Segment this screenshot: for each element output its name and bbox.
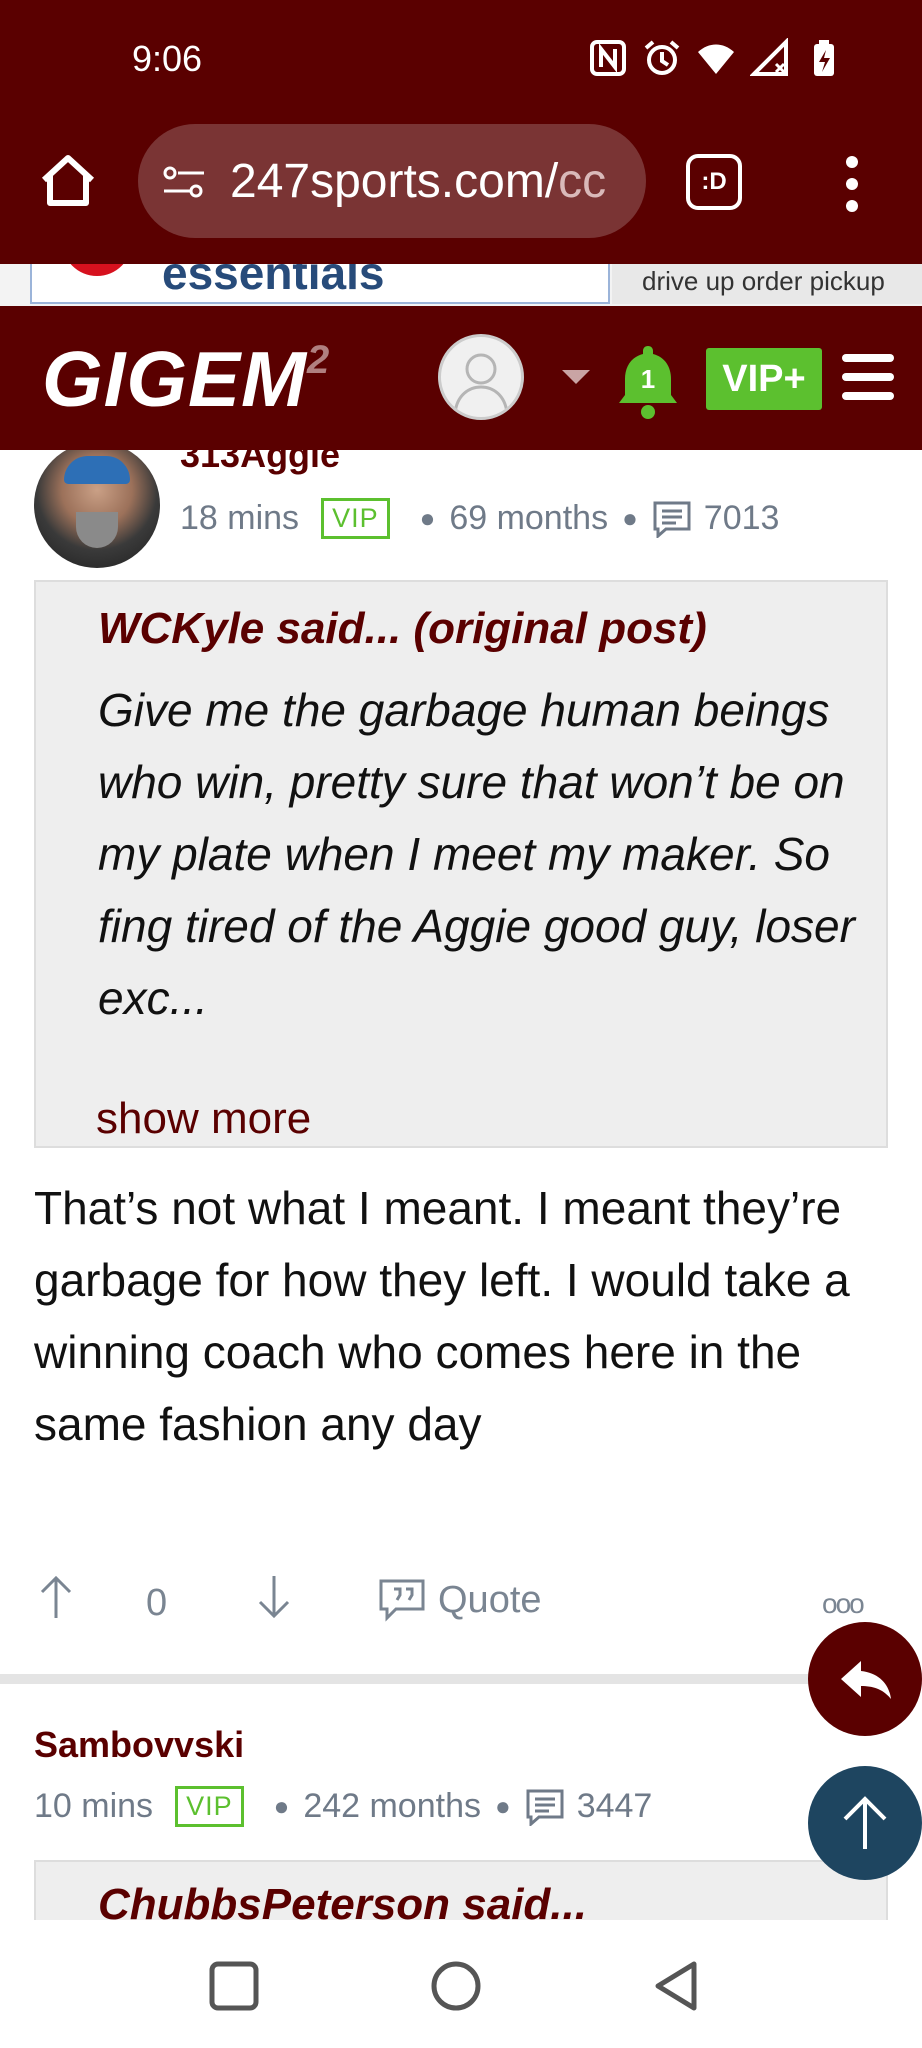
reply-icon [841, 1661, 891, 1699]
post-author-name[interactable]: 313Aggie [180, 450, 340, 476]
arrow-up-icon [40, 1575, 72, 1618]
logo-text: GIGEM [42, 335, 308, 423]
post-meta: 10 mins VIP ● 242 months ● 3447 [34, 1786, 653, 1827]
post-meta: 18 mins VIP ● 69 months ● 7013 [180, 498, 780, 539]
user-avatar[interactable] [438, 334, 524, 420]
quoted-post: WCKyle said... (original post) Give me t… [34, 580, 888, 1148]
wifi-icon [698, 44, 734, 74]
browser-chrome: 9:06 247sports.com/cc :D [0, 0, 922, 264]
thread-content: 313Aggie 18 mins VIP ● 69 months ● 7013 … [0, 450, 922, 1920]
member-tenure: 69 months [449, 499, 609, 537]
scroll-to-top-button[interactable] [808, 1766, 922, 1880]
tab-switcher-button[interactable]: :D [686, 154, 742, 210]
vip-plus-button[interactable]: VIP+ [706, 348, 822, 410]
nfc-icon [590, 40, 626, 76]
quoted-post: ChubbsPeterson said... [34, 1860, 888, 1920]
post-time: 18 mins [180, 499, 300, 537]
site-logo[interactable]: GIGEM2 [42, 334, 330, 425]
post-separator [0, 1674, 922, 1684]
post-count: 3447 [576, 1787, 653, 1825]
post-author-avatar[interactable] [34, 450, 160, 568]
browser-menu-button[interactable] [842, 156, 862, 212]
url-rest: cc [558, 155, 607, 208]
recents-icon[interactable] [206, 1958, 262, 2014]
url-main: 247sports.com/ [230, 155, 559, 208]
show-more-link[interactable]: show more [96, 1094, 311, 1144]
ad-left-text: essentials [162, 264, 385, 299]
ad-logo [62, 264, 132, 276]
original-post-link[interactable]: (original post) [413, 604, 706, 653]
upvote-button[interactable] [36, 1574, 76, 1620]
post-count: 7013 [703, 499, 780, 537]
quote-icon [379, 1579, 425, 1622]
notifications-button[interactable]: 1 [614, 342, 682, 420]
logo-superscript: 2 [307, 338, 331, 382]
vip-badge: VIP [175, 1786, 244, 1827]
user-icon [453, 353, 509, 414]
quote-label: Quote [438, 1578, 542, 1621]
quote-author-said: WCKyle said... [98, 604, 402, 653]
post-actions: 0 Quote ooo [0, 1570, 922, 1650]
battery-charging-icon [814, 40, 834, 76]
url-text[interactable]: 247sports.com/cc [230, 154, 630, 209]
vote-count: 0 [146, 1582, 168, 1624]
reply-button[interactable] [808, 1622, 922, 1736]
quote-header[interactable]: WCKyle said... (original post) [98, 604, 707, 654]
ad-left[interactable]: essentials [30, 264, 610, 304]
more-options-button[interactable]: ooo [822, 1588, 865, 1620]
alarm-icon [644, 40, 680, 75]
notification-count: 1 [640, 364, 656, 394]
site-header: GIGEM2 1 VIP+ [0, 306, 922, 450]
ad-banner[interactable]: essentials drive up order pickup [0, 264, 922, 306]
member-tenure: 242 months [303, 1787, 481, 1825]
post-time: 10 mins [34, 1787, 154, 1825]
quote-button[interactable]: Quote [378, 1578, 542, 1622]
site-settings-icon[interactable] [162, 164, 206, 200]
arrow-up-icon [843, 1796, 887, 1849]
url-bar[interactable]: 247sports.com/cc [138, 124, 646, 238]
status-icons [588, 38, 844, 78]
system-nav-bar [0, 1920, 922, 2048]
downvote-button[interactable] [254, 1574, 294, 1620]
arrow-down-icon [258, 1576, 290, 1619]
comment-icon [653, 501, 691, 538]
hamburger-menu-icon[interactable] [842, 354, 894, 400]
home-circle-icon[interactable] [428, 1958, 484, 2014]
comment-icon [526, 1789, 564, 1826]
post-body: That’s not what I meant. I meant they’re… [34, 1182, 850, 1450]
chevron-down-icon[interactable] [562, 370, 590, 384]
ad-right[interactable]: drive up order pickup [612, 264, 922, 304]
back-icon[interactable] [648, 1958, 704, 2014]
status-time: 9:06 [132, 38, 203, 79]
signal-icon [750, 38, 788, 76]
home-icon[interactable] [38, 150, 98, 210]
quote-author-said[interactable]: ChubbsPeterson said... [98, 1880, 587, 1920]
vip-badge: VIP [321, 498, 390, 539]
quote-text: Give me the garbage human beings who win… [98, 684, 855, 1024]
ad-right-text: drive up order pickup [642, 266, 885, 296]
post-author-name[interactable]: Sambovvski [34, 1724, 244, 1766]
